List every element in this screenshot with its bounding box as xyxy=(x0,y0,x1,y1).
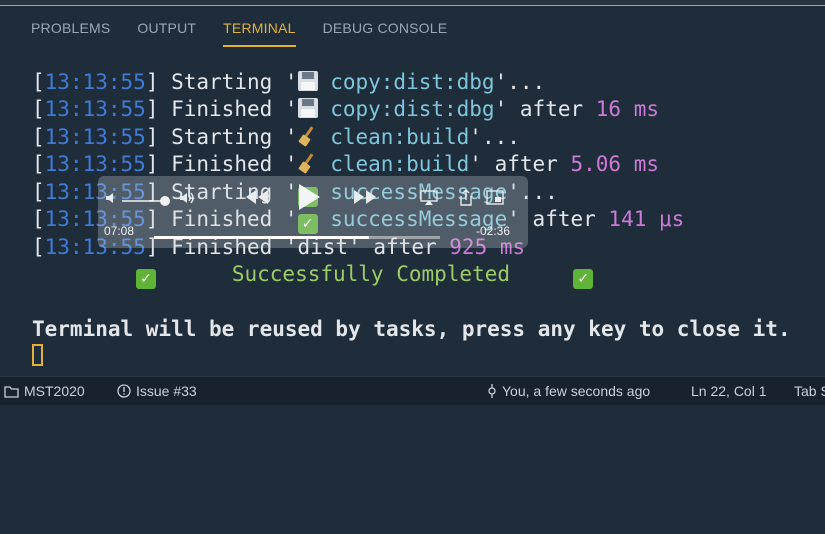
git-commit-icon xyxy=(487,384,497,401)
elapsed-time: 07:08 xyxy=(104,224,135,238)
log-suffix: ' xyxy=(469,152,482,176)
success-message: Successfully Completed xyxy=(231,262,511,286)
duration: 5.06 ms xyxy=(570,152,659,176)
task-name: clean:build xyxy=(330,152,470,176)
terminal-line: [13:13:55] Finished ' clean:build' after… xyxy=(32,152,659,176)
log-suffix: '... xyxy=(469,125,520,149)
broom-icon xyxy=(298,153,318,173)
check-mark-icon: ✓ xyxy=(136,269,156,289)
timestamp: 13:13:55 xyxy=(44,152,146,176)
blame-item[interactable]: You, a few seconds ago xyxy=(487,383,650,401)
task-name: copy:dist:dbg xyxy=(330,97,495,121)
volume-knob[interactable] xyxy=(160,196,170,206)
floppy-disk-icon xyxy=(297,71,318,91)
log-suffix: ' xyxy=(494,97,508,121)
log-verb: Finished xyxy=(171,152,273,176)
terminal-line: [13:13:55] Finished ' copy:dist:dbg' aft… xyxy=(32,97,659,121)
terminal-line: [13:13:55] Starting ' copy:dist:dbg'... xyxy=(32,70,546,94)
tab-terminal[interactable]: TERMINAL xyxy=(223,16,296,47)
after-word: after xyxy=(519,97,584,121)
branch-label: MST2020 xyxy=(24,383,85,399)
timestamp: 13:13:55 xyxy=(44,97,146,121)
floppy-disk-icon xyxy=(297,98,318,118)
terminal-line: [13:13:55] Starting ' clean:build'... xyxy=(32,125,520,149)
broom-icon xyxy=(298,126,318,146)
duration: 141 μs xyxy=(608,207,685,231)
play-icon[interactable] xyxy=(296,182,322,216)
log-suffix: '... xyxy=(494,70,546,94)
tab-debug-console[interactable]: DEBUG CONSOLE xyxy=(323,16,448,40)
volume-icon[interactable] xyxy=(104,190,120,210)
picture-in-picture-icon[interactable] xyxy=(486,190,504,210)
rewind-icon[interactable] xyxy=(244,188,270,210)
remaining-time: -02:36 xyxy=(476,224,511,238)
log-verb: Finished xyxy=(171,97,273,121)
log-verb: Starting xyxy=(171,125,273,149)
share-icon[interactable] xyxy=(458,189,474,211)
status-bar: MST2020 Issue #33 You, a few seconds ago… xyxy=(0,376,825,405)
blame-label: You, a few seconds ago xyxy=(502,383,651,399)
video-player-overlay[interactable]: 07:08 -02:36 xyxy=(98,176,528,248)
success-line: ✓ Successfully Completed ✓ xyxy=(136,260,594,289)
tab-output[interactable]: OUTPUT xyxy=(137,16,196,40)
timestamp: 13:13:55 xyxy=(44,70,146,94)
task-name: clean:build xyxy=(330,125,470,149)
issue-item[interactable]: Issue #33 xyxy=(117,383,197,401)
after-word: after xyxy=(494,152,558,176)
reuse-message: Terminal will be reused by tasks, press … xyxy=(32,317,791,341)
fast-forward-icon[interactable] xyxy=(352,188,378,210)
video-scrubber[interactable] xyxy=(154,236,440,239)
folder-icon xyxy=(4,385,19,401)
cursor-position[interactable]: Ln 22, Col 1 xyxy=(691,383,767,399)
issue-icon xyxy=(117,384,131,401)
log-verb: Starting xyxy=(171,70,273,94)
check-mark-icon: ✓ xyxy=(573,269,594,289)
volume-high-icon[interactable] xyxy=(178,190,196,210)
indentation-setting[interactable]: Tab S xyxy=(794,383,825,399)
scrubber-progress xyxy=(154,236,369,239)
volume-slider[interactable] xyxy=(122,200,162,202)
duration: 16 ms xyxy=(595,97,659,121)
timestamp: 13:13:55 xyxy=(44,125,146,149)
terminal-cursor xyxy=(32,344,43,366)
airplay-icon[interactable] xyxy=(420,190,438,210)
tab-problems[interactable]: PROBLEMS xyxy=(31,16,110,40)
task-name: copy:dist:dbg xyxy=(330,70,495,94)
branch-item[interactable]: MST2020 xyxy=(4,383,85,401)
panel-tab-bar: PROBLEMS OUTPUT TERMINAL DEBUG CONSOLE xyxy=(0,6,825,50)
after-word: after xyxy=(532,207,596,231)
issue-label: Issue #33 xyxy=(136,383,197,399)
